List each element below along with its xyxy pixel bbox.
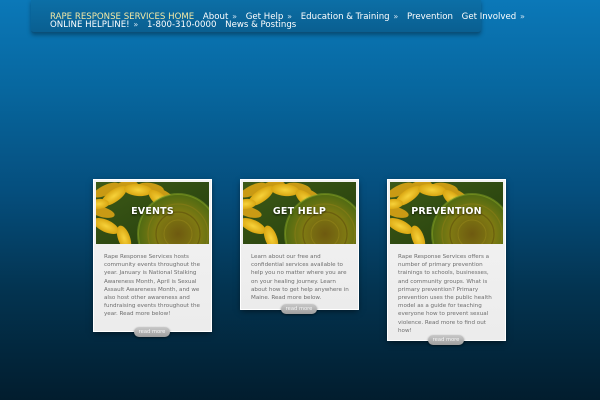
card-description: Rape Response Services hosts community e… (104, 254, 201, 318)
card-title[interactable]: PREVENTION (390, 206, 503, 217)
nav-item-get-involved[interactable]: Get Involved » (462, 12, 525, 22)
nav-item-prevention[interactable]: Prevention (407, 12, 453, 22)
top-navigation-bar: RAPE RESPONSE SERVICES HOME About » Get … (31, 0, 525, 33)
prevention-card: PREVENTION Rape Response Services offers… (388, 180, 505, 340)
sunflower-image[interactable]: EVENTS (96, 182, 209, 244)
submenu-arrow-icon: » (133, 20, 139, 29)
sunflower-image[interactable]: PREVENTION (390, 182, 503, 244)
prevention-read-more-button[interactable]: read more (428, 335, 464, 345)
nav-item-news-postings[interactable]: News & Postings (225, 20, 296, 30)
nav-row-secondary: ONLINE HELPLINE! » 1-800-310-0000 News &… (50, 19, 302, 31)
events-read-more-button[interactable]: read more (134, 327, 170, 337)
events-card: EVENTS Rape Response Services hosts comm… (94, 180, 211, 331)
nav-item-online-helpline[interactable]: ONLINE HELPLINE! » (50, 20, 138, 30)
get-help-read-more-button[interactable]: read more (281, 304, 317, 314)
nav-item-education-training[interactable]: Education & Training » (301, 12, 399, 22)
submenu-arrow-icon: » (519, 12, 525, 21)
card-description: Rape Response Services offers a number o… (398, 254, 492, 334)
card-description: Learn about our free and confidential se… (251, 254, 349, 302)
card-title[interactable]: EVENTS (96, 206, 209, 217)
submenu-arrow-icon: » (393, 12, 399, 21)
sunflower-image[interactable]: GET HELP (243, 182, 356, 244)
get-help-card: GET HELP Learn about our free and confid… (241, 180, 358, 309)
nav-item-helpline-number[interactable]: 1-800-310-0000 (147, 20, 216, 30)
card-title[interactable]: GET HELP (243, 206, 356, 217)
